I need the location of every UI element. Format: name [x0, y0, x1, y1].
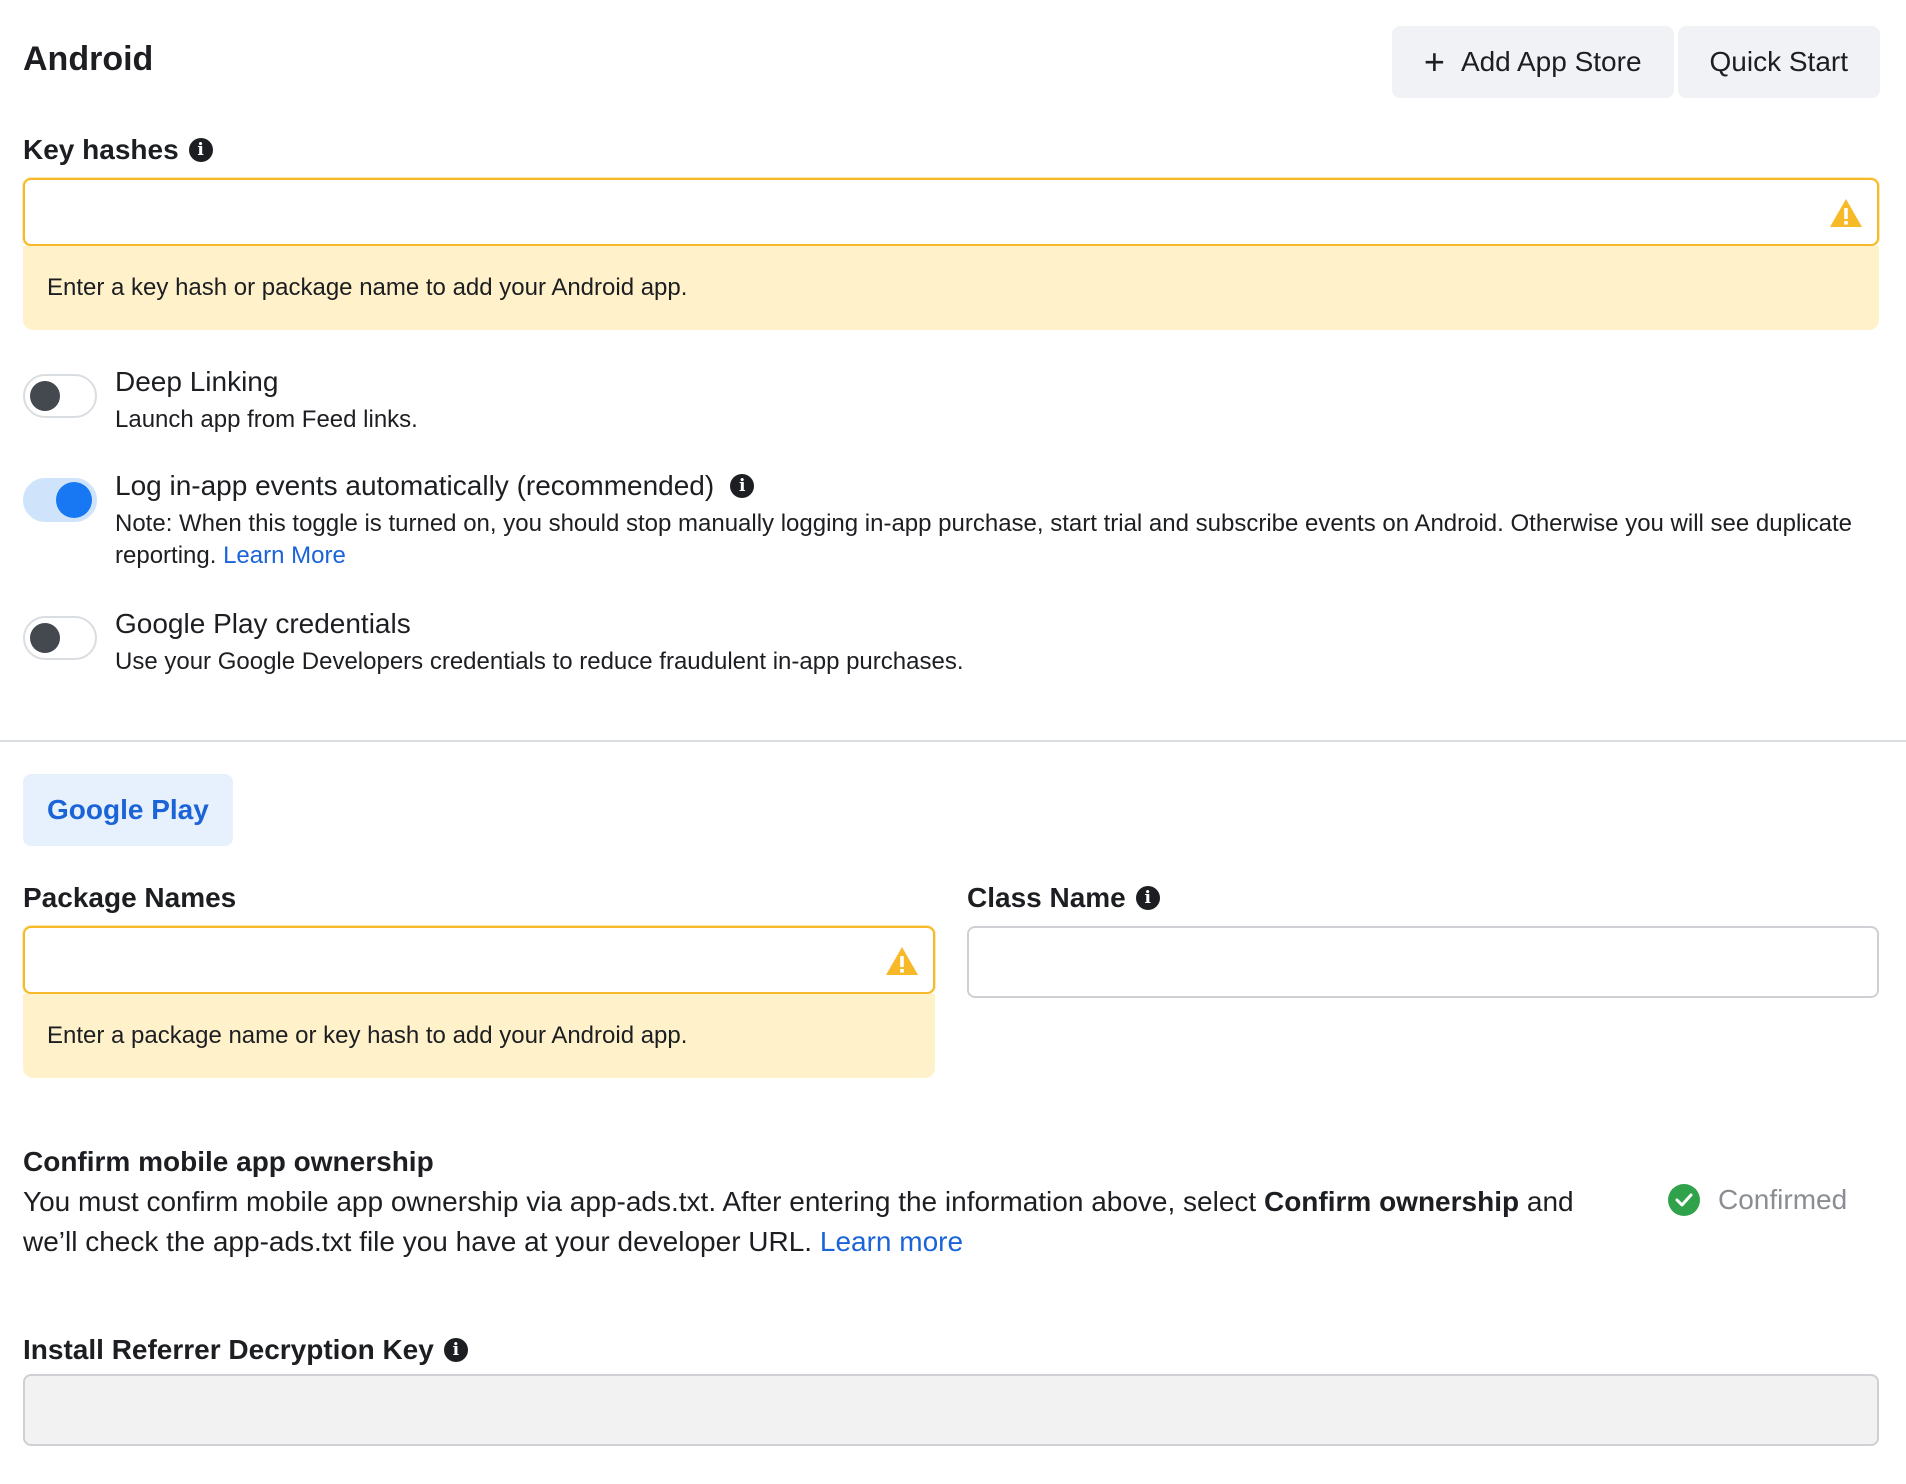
key-hashes-label: Key hashes i: [23, 134, 213, 166]
info-icon[interactable]: i: [730, 474, 755, 498]
package-names-input[interactable]: [25, 928, 873, 994]
check-mark: [1675, 1193, 1693, 1207]
deep-linking-description: Launch app from Feed links.: [115, 406, 418, 433]
warning-icon: [1830, 199, 1862, 227]
section-divider: [0, 740, 1906, 742]
key-hashes-field-wrapper: [23, 178, 1879, 246]
deep-linking-title: Deep Linking: [115, 366, 279, 397]
log-events-description-block: Note: When this toggle is turned on, you…: [115, 508, 1875, 572]
deep-linking-toggle[interactable]: [23, 374, 97, 418]
package-names-warning: Enter a package name or key hash to add …: [23, 994, 935, 1078]
class-name-input[interactable]: [969, 928, 1877, 996]
deep-linking-row: Deep Linking Launch app from Feed links.: [23, 366, 418, 436]
log-events-description: Note: When this toggle is turned on, you…: [115, 510, 1852, 569]
log-events-title: Log in-app events automatically (recomme…: [115, 470, 715, 501]
deep-linking-text: Deep Linking Launch app from Feed links.: [115, 366, 418, 436]
check-circle-icon: [1668, 1184, 1700, 1216]
google-play-credentials-row: Google Play credentials Use your Google …: [23, 608, 963, 678]
quick-start-label: Quick Start: [1709, 46, 1848, 77]
google-play-credentials-toggle[interactable]: [23, 616, 97, 660]
info-icon[interactable]: i: [443, 1338, 468, 1362]
info-icon[interactable]: i: [188, 138, 213, 162]
package-names-field-wrapper: [23, 926, 935, 994]
ownership-status-text: Confirmed: [1718, 1184, 1848, 1215]
package-names-label: Package Names: [23, 882, 237, 913]
key-hashes-warning: Enter a key hash or package name to add …: [23, 246, 1879, 330]
install-referrer-input: [23, 1374, 1879, 1446]
android-settings-page: Android + Add App Store Quick Start Key …: [0, 0, 1906, 1484]
quick-start-button[interactable]: Quick Start: [1677, 26, 1880, 98]
learn-more-link[interactable]: Learn More: [223, 542, 346, 569]
log-events-title-row: Log in-app events automatically (recomme…: [115, 470, 1875, 502]
add-app-store-label: Add App Store: [1460, 46, 1642, 77]
install-referrer-label: Install Referrer Decryption Key i: [23, 1334, 468, 1366]
plus-icon: +: [1423, 41, 1445, 82]
install-referrer-label-text: Install Referrer Decryption Key: [23, 1334, 434, 1365]
google-play-credentials-text: Google Play credentials Use your Google …: [115, 608, 963, 678]
add-app-store-button[interactable]: + Add App Store: [1391, 26, 1674, 98]
log-events-text: Log in-app events automatically (recomme…: [115, 470, 1875, 572]
class-name-field-wrapper: [967, 926, 1879, 998]
section-title: Android: [23, 40, 154, 78]
ownership-text-before: You must confirm mobile app ownership vi…: [23, 1186, 1264, 1217]
toggle-knob: [30, 623, 60, 653]
info-icon[interactable]: i: [1135, 886, 1160, 910]
key-hashes-label-text: Key hashes: [23, 134, 179, 165]
log-events-row: Log in-app events automatically (recomme…: [23, 470, 1879, 572]
ownership-description: You must confirm mobile app ownership vi…: [23, 1182, 1623, 1262]
toggle-knob: [56, 482, 92, 518]
warning-icon: [886, 947, 918, 975]
toggle-knob: [30, 381, 60, 411]
class-name-label: Class Name i: [967, 882, 1160, 914]
header-actions: + Add App Store Quick Start: [1391, 26, 1880, 98]
ownership-status: Confirmed: [1668, 1184, 1847, 1216]
ownership-learn-more-link[interactable]: Learn more: [820, 1226, 963, 1257]
google-play-credentials-title: Google Play credentials: [115, 608, 411, 639]
log-events-toggle[interactable]: [23, 478, 97, 522]
tab-google-play[interactable]: Google Play: [23, 774, 233, 846]
key-hashes-input[interactable]: [25, 180, 1817, 246]
class-name-label-text: Class Name: [967, 882, 1126, 913]
google-play-credentials-description: Use your Google Developers credentials t…: [115, 648, 964, 675]
ownership-title: Confirm mobile app ownership: [23, 1146, 434, 1177]
ownership-text-bold: Confirm ownership: [1263, 1186, 1520, 1217]
